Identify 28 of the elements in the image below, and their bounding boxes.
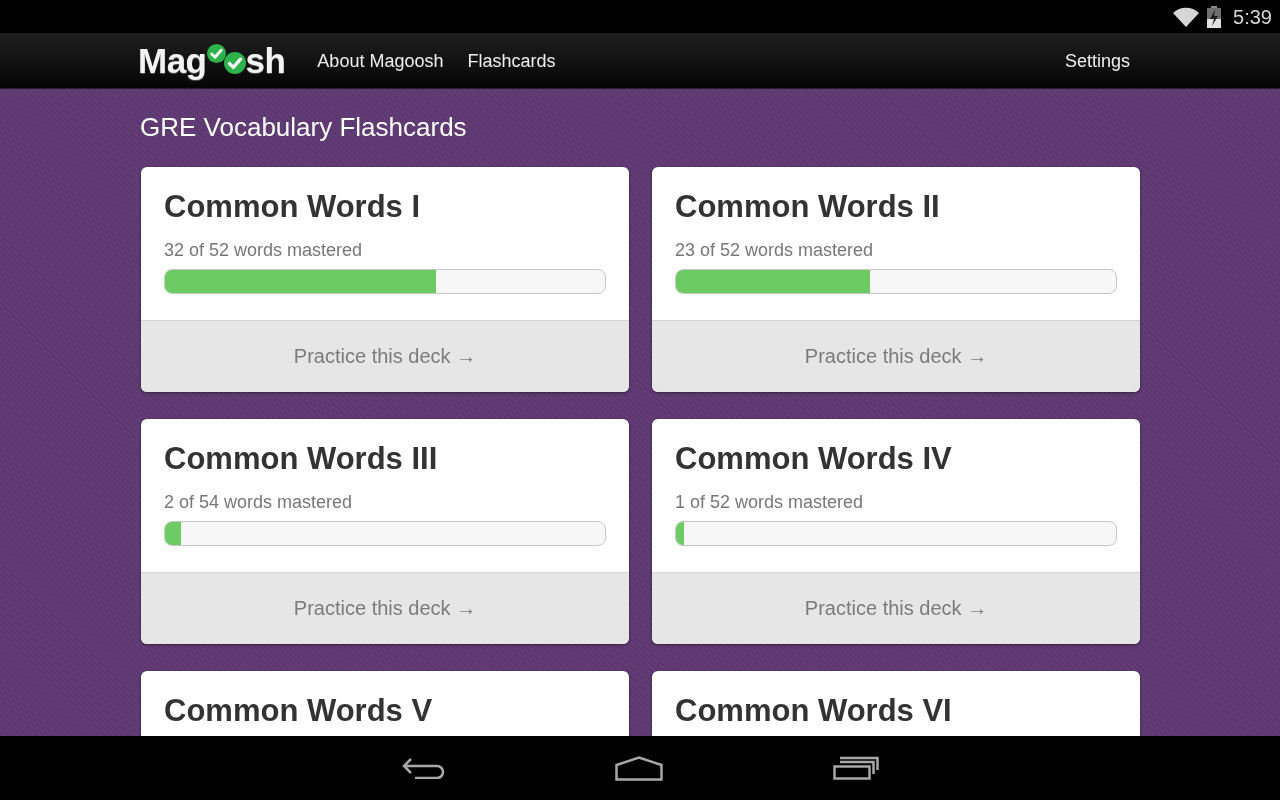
practice-deck-button[interactable]: Practice this deck →	[652, 320, 1140, 392]
deck-title: Common Words I	[164, 189, 422, 225]
deck-title: Common Words II	[675, 189, 941, 225]
nav-link[interactable]: Flashcards	[467, 48, 556, 73]
deck-title: Common Words IV	[675, 441, 953, 477]
home-icon[interactable]	[615, 755, 663, 781]
nav-link[interactable]: About Magoosh	[317, 48, 444, 73]
settings-link[interactable]: Settings	[1064, 48, 1130, 73]
practice-deck-button[interactable]: Practice this deck →	[141, 320, 629, 392]
back-icon[interactable]	[401, 757, 445, 779]
clock-time: 5:39	[1233, 4, 1272, 29]
page-title: GRE Vocabulary Flashcards	[140, 111, 468, 143]
logo-text: sh	[245, 40, 286, 81]
logo-text: Mag	[138, 40, 207, 81]
practice-deck-button[interactable]: Practice this deck →	[141, 572, 629, 644]
battery-charging-icon	[1207, 5, 1222, 28]
deck-title: Common Words VI	[675, 693, 953, 729]
mastered-count: 23 of 52 words mastered	[675, 239, 875, 261]
deck-title: Common Words V	[164, 693, 434, 729]
mastered-count: 2 of 54 words mastered	[164, 491, 354, 513]
deck-title: Common Words III	[164, 441, 439, 477]
recent-apps-icon[interactable]	[833, 756, 879, 780]
check-circle-icon	[223, 51, 246, 74]
mastered-count: 32 of 52 words mastered	[164, 239, 364, 261]
check-circle-icon	[206, 43, 226, 63]
wifi-icon	[1173, 6, 1200, 27]
practice-deck-button[interactable]: Practice this deck →	[652, 572, 1140, 644]
mastered-count: 1 of 52 words mastered	[675, 491, 865, 513]
